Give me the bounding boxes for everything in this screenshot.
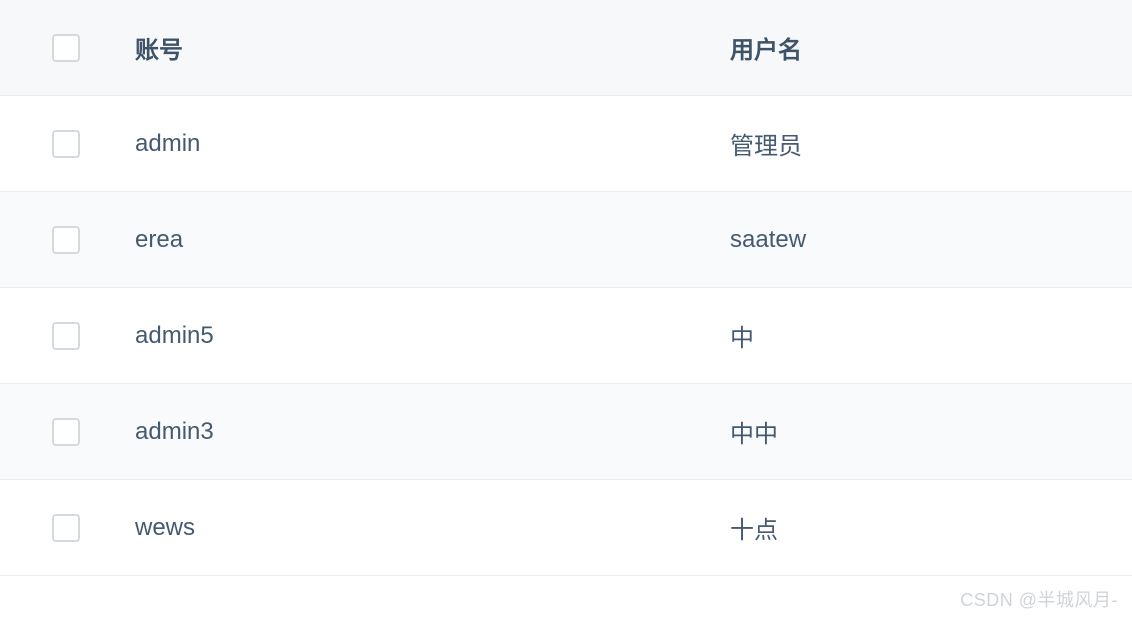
cell-account: admin3 — [135, 418, 730, 446]
row-checkbox[interactable] — [52, 322, 80, 350]
row-checkbox-cell — [0, 130, 135, 158]
header-checkbox-cell — [0, 34, 135, 62]
cell-account: admin5 — [135, 322, 730, 350]
table-header-row: 账号 用户名 — [0, 0, 1132, 96]
row-checkbox-cell — [0, 322, 135, 350]
header-account: 账号 — [135, 30, 730, 65]
table-row: erea saatew — [0, 192, 1132, 288]
table-row: wews 十点 — [0, 480, 1132, 576]
row-checkbox[interactable] — [52, 418, 80, 446]
cell-username: 中 — [730, 318, 1132, 353]
row-checkbox[interactable] — [52, 514, 80, 542]
user-table: 账号 用户名 admin 管理员 erea saatew admin5 中 ad… — [0, 0, 1132, 576]
cell-username: 管理员 — [730, 126, 1132, 161]
cell-account: erea — [135, 226, 730, 254]
row-checkbox[interactable] — [52, 130, 80, 158]
row-checkbox-cell — [0, 226, 135, 254]
cell-username: 十点 — [730, 510, 1132, 545]
row-checkbox-cell — [0, 418, 135, 446]
table-row: admin 管理员 — [0, 96, 1132, 192]
cell-account: wews — [135, 514, 730, 542]
table-row: admin5 中 — [0, 288, 1132, 384]
watermark: CSDN @半城风月- — [960, 586, 1118, 612]
row-checkbox[interactable] — [52, 226, 80, 254]
cell-account: admin — [135, 130, 730, 158]
header-username: 用户名 — [730, 30, 1132, 65]
table-row: admin3 中中 — [0, 384, 1132, 480]
select-all-checkbox[interactable] — [52, 34, 80, 62]
cell-username: 中中 — [730, 414, 1132, 449]
cell-username: saatew — [730, 226, 1132, 254]
row-checkbox-cell — [0, 514, 135, 542]
